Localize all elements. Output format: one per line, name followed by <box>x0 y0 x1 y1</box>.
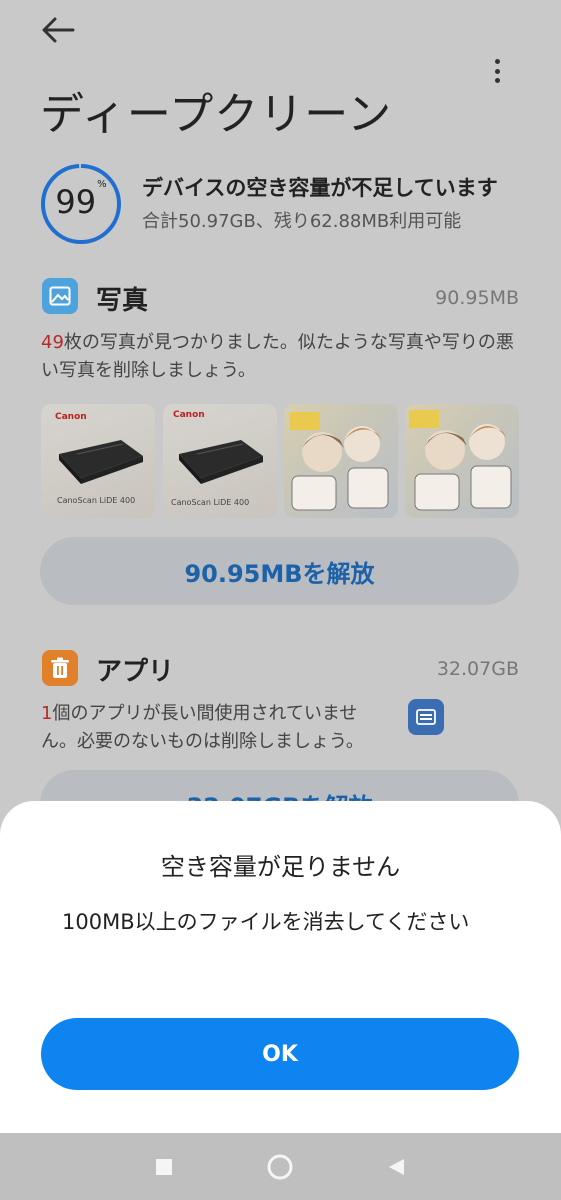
trash-icon <box>42 650 78 686</box>
storage-usage-ring: 99% <box>40 163 122 245</box>
apps-size: 32.07GB <box>436 658 519 680</box>
more-options-button[interactable] <box>484 56 510 86</box>
circle-icon <box>267 1154 293 1180</box>
apps-title: アプリ <box>96 657 175 687</box>
image-icon <box>42 278 78 314</box>
photos-size: 90.95MB <box>435 287 519 309</box>
apps-description: 1個のアプリが長い間使用されていません。必要のないものは削除しましょう。 <box>41 703 364 752</box>
insufficient-space-dialog: 空き容量が足りません 100MB以上のファイルを消去してください OK <box>0 801 561 1133</box>
ok-button[interactable]: OK <box>41 1018 519 1090</box>
dialog-message: 100MB以上のファイルを消去してください <box>62 910 470 934</box>
square-icon <box>156 1159 172 1175</box>
storage-percent: 99% <box>55 179 107 221</box>
dialog-title: 空き容量が足りません <box>160 853 401 881</box>
photo-thumbnail[interactable]: Canon CanoScan LiDE 400 <box>41 404 155 518</box>
arrow-left-icon <box>42 17 75 43</box>
back-button[interactable] <box>40 12 80 48</box>
triangle-back-icon <box>389 1159 404 1175</box>
photo-thumbnail[interactable]: Canon CanoScan LiDE 400 <box>163 404 277 518</box>
nav-back-button[interactable] <box>381 1152 411 1182</box>
more-vertical-icon <box>494 59 500 64</box>
storage-detail: 合計50.97GB、残り62.88MB利用可能 <box>142 211 462 232</box>
storage-warning: デバイスの空き容量が不足しています <box>142 176 498 200</box>
photo-thumbnail[interactable] <box>284 404 398 518</box>
photos-title: 写真 <box>96 286 149 316</box>
page-title: ディープクリーン <box>40 89 393 140</box>
photo-thumbnail[interactable] <box>405 404 519 518</box>
release-photos-button[interactable]: 90.95MBを解放 <box>40 537 519 605</box>
app-icon[interactable] <box>408 699 444 735</box>
recents-button[interactable] <box>149 1152 179 1182</box>
navigation-bar <box>0 1133 561 1200</box>
photos-description: 49枚の写真が見つかりました。似たような写真や写りの悪い写真を削除しましょう。 <box>41 332 514 381</box>
home-button[interactable] <box>265 1152 295 1182</box>
